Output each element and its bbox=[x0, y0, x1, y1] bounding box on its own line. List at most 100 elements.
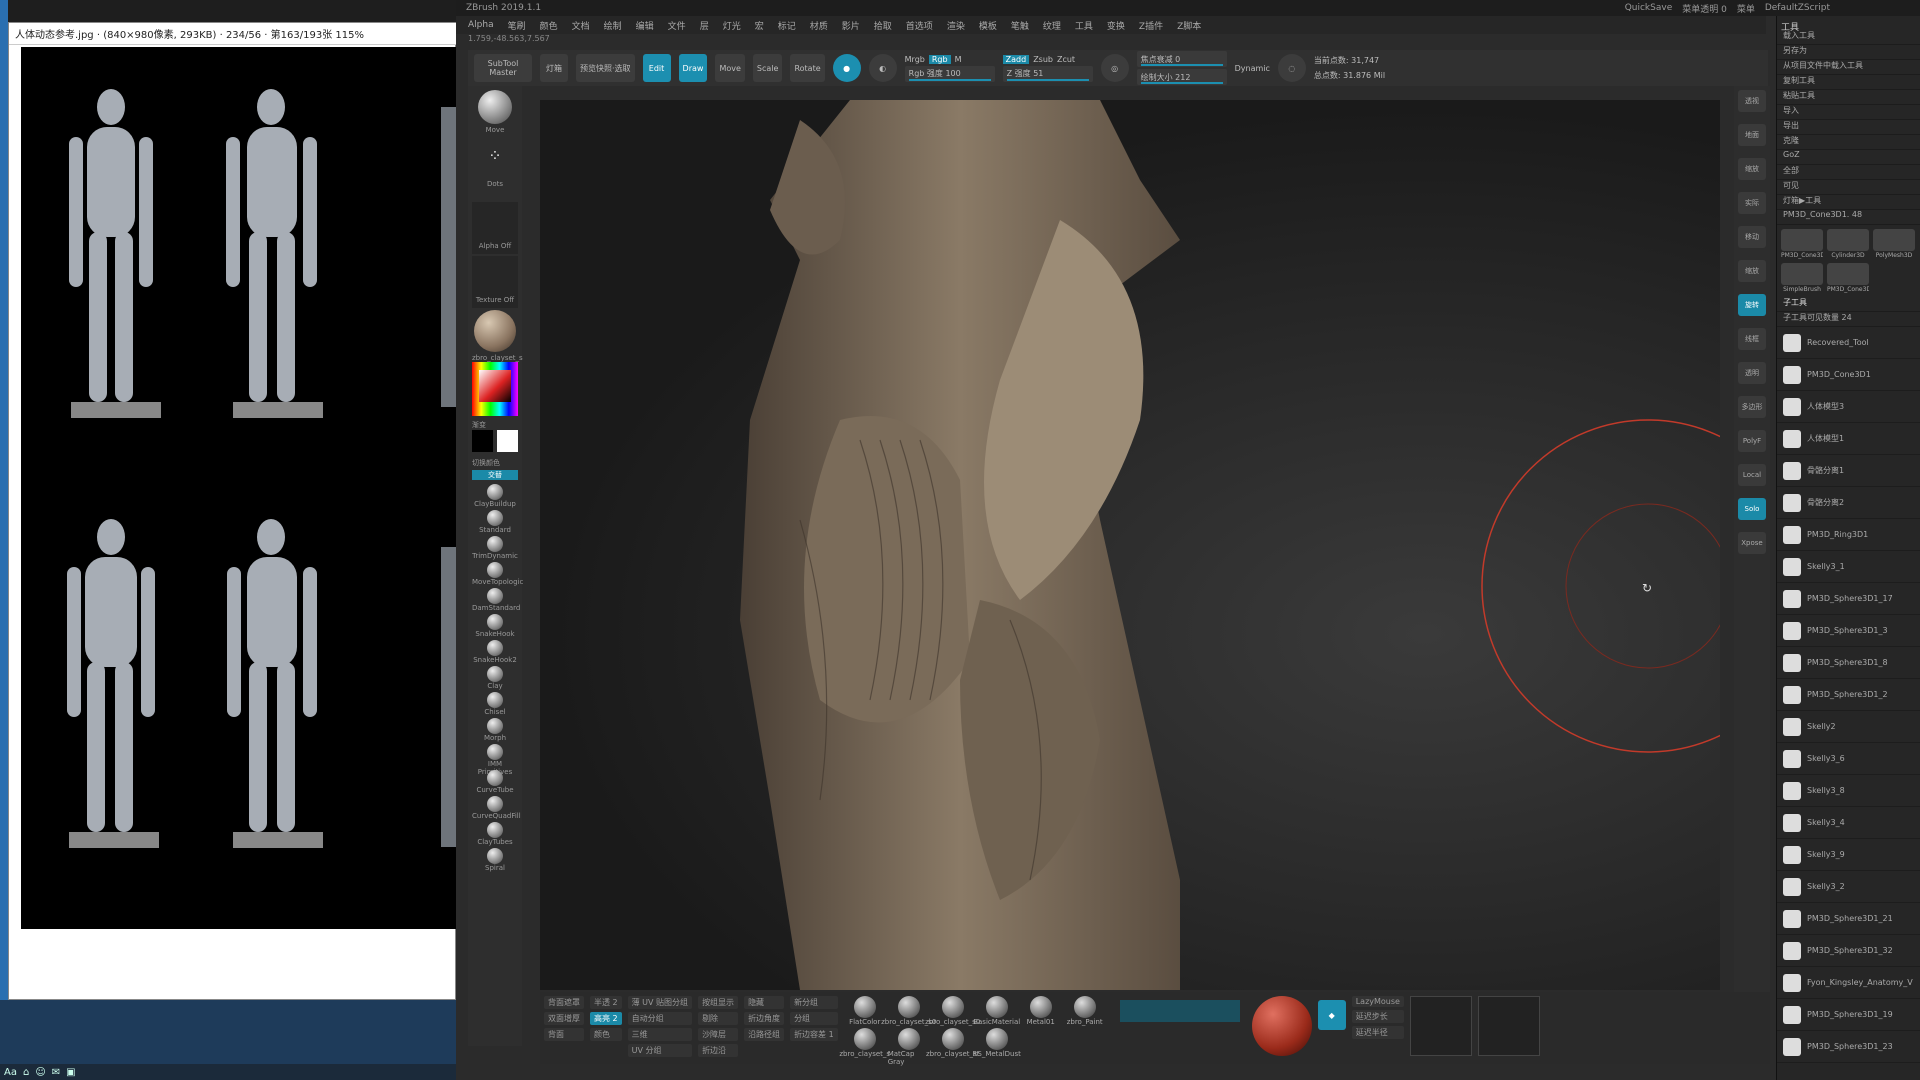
render-option[interactable]: 剔除 bbox=[698, 1012, 739, 1025]
render-option[interactable]: UV 分组 bbox=[627, 1044, 693, 1057]
zcut-toggle[interactable]: Zcut bbox=[1057, 55, 1075, 64]
rgb-toggle[interactable]: Rgb bbox=[928, 54, 951, 64]
draw-button[interactable]: Draw bbox=[678, 54, 708, 82]
render-option[interactable]: 折边角度 bbox=[744, 1012, 785, 1025]
material-swatch[interactable]: FlatColor bbox=[844, 996, 886, 1026]
brush-item[interactable]: CurveTube bbox=[472, 770, 518, 794]
tool-action[interactable]: 灯箱▶工具 bbox=[1777, 195, 1920, 210]
tool-action[interactable]: 导入 bbox=[1777, 105, 1920, 120]
material-selector[interactable]: zbro_clayset_s bbox=[472, 310, 523, 362]
brush-item[interactable]: DamStandard bbox=[472, 588, 520, 612]
texture-selector[interactable]: Texture Off bbox=[472, 256, 518, 308]
tool-action[interactable]: GoZ bbox=[1777, 150, 1920, 165]
subtool-item[interactable]: Skelly3_8 bbox=[1777, 775, 1920, 807]
material-swatch[interactable]: zbro_clayset_st bbox=[926, 1028, 979, 1066]
view-control-button[interactable]: Local bbox=[1738, 464, 1766, 486]
subtool-header[interactable]: 子工具 bbox=[1777, 297, 1920, 312]
lazy-radius-slider[interactable]: 延迟半径 bbox=[1351, 1026, 1404, 1039]
tool-action[interactable]: 导出 bbox=[1777, 120, 1920, 135]
menu-item[interactable]: 颜色 bbox=[540, 19, 558, 32]
render-option[interactable]: 按组显示 bbox=[698, 996, 739, 1009]
brush-item[interactable]: Morph bbox=[472, 718, 518, 742]
tool-action[interactable]: 载入工具 bbox=[1777, 30, 1920, 45]
tool-action[interactable]: 全部 bbox=[1777, 165, 1920, 180]
render-option[interactable]: 颜色 bbox=[590, 1028, 622, 1041]
render-option[interactable]: 自动分组 bbox=[627, 1012, 693, 1025]
render-option[interactable]: 折边容差 1 bbox=[790, 1028, 838, 1041]
brush-item[interactable]: Standard bbox=[472, 510, 518, 534]
brush-item[interactable]: SnakeHook2 bbox=[472, 640, 518, 664]
half-sphere-icon[interactable]: ◐ bbox=[868, 54, 897, 82]
subtool-item[interactable]: Skelly3_4 bbox=[1777, 807, 1920, 839]
draw-size-slider[interactable]: 绘制大小 212 bbox=[1136, 69, 1227, 85]
thumbnail-slot[interactable] bbox=[1477, 996, 1540, 1056]
render-option[interactable]: 分组 bbox=[790, 1012, 838, 1025]
brush-item[interactable]: TrimDynamic bbox=[472, 536, 518, 560]
document-canvas[interactable]: ↻ bbox=[540, 100, 1720, 990]
render-option[interactable]: 高亮 2 bbox=[590, 1012, 622, 1025]
rgb-intensity-slider[interactable]: Rgb 强度 100 bbox=[904, 65, 995, 82]
tool-action[interactable]: 可见 bbox=[1777, 180, 1920, 195]
material-swatch[interactable]: Metal01 bbox=[1020, 996, 1062, 1026]
view-control-button[interactable]: 缩放 bbox=[1738, 158, 1766, 180]
subtool-item[interactable]: PM3D_Sphere3D1_19 bbox=[1777, 999, 1920, 1031]
subtool-item[interactable]: 人体模型1 bbox=[1777, 423, 1920, 455]
menu-item[interactable]: 笔触 bbox=[1011, 19, 1029, 32]
menu-item[interactable]: 拾取 bbox=[874, 19, 892, 32]
subtool-item[interactable]: PM3D_Sphere3D1_32 bbox=[1777, 935, 1920, 967]
stroke-selector[interactable]: ⁘ Dots bbox=[472, 146, 518, 188]
taskbar-item[interactable]: ✉ bbox=[52, 1067, 60, 1078]
brush-item[interactable]: MoveTopologic bbox=[472, 562, 523, 586]
tool-action[interactable]: 粘贴工具 bbox=[1777, 90, 1920, 105]
subtool-item[interactable]: Skelly3_9 bbox=[1777, 839, 1920, 871]
default-zscript[interactable]: DefaultZScript bbox=[1765, 3, 1830, 13]
view-control-button[interactable]: 缩放 bbox=[1738, 260, 1766, 282]
taskbar-item[interactable]: ☺ bbox=[35, 1067, 45, 1078]
focal-shift-slider[interactable]: 焦点衰减 0 bbox=[1136, 51, 1227, 67]
material-swatch[interactable]: BasicMaterial bbox=[973, 996, 1020, 1026]
subtool-item[interactable]: PM3D_Cone3D1 bbox=[1777, 359, 1920, 391]
zsub-toggle[interactable]: Zsub bbox=[1033, 55, 1053, 64]
subtool-item[interactable]: PM3D_Sphere3D1_23 bbox=[1777, 1031, 1920, 1063]
menu-item[interactable]: 文件 bbox=[668, 19, 686, 32]
lazy-step-slider[interactable]: 延迟步长 bbox=[1351, 1010, 1404, 1023]
subtool-item[interactable]: 骨骼分离2 bbox=[1777, 487, 1920, 519]
tool-action[interactable]: 复制工具 bbox=[1777, 75, 1920, 90]
menu-item[interactable]: 笔刷 bbox=[508, 19, 526, 32]
view-control-button[interactable]: 地面 bbox=[1738, 124, 1766, 146]
edit-button[interactable]: Edit bbox=[642, 54, 671, 82]
tool-thumbnail[interactable]: PolyMesh3D bbox=[1873, 229, 1915, 259]
view-control-button[interactable]: Solo bbox=[1738, 498, 1766, 520]
render-option[interactable]: 隐藏 bbox=[744, 996, 785, 1009]
lazymouse-icon[interactable]: ◆ bbox=[1317, 1000, 1346, 1030]
subtool-item[interactable]: Fyon_Kingsley_Anatomy_V bbox=[1777, 967, 1920, 999]
brush-item[interactable]: CurveQuadFill bbox=[472, 796, 521, 820]
tool-action[interactable]: 从项目文件中载入工具 bbox=[1777, 60, 1920, 75]
render-option[interactable]: 沙障层 bbox=[698, 1028, 739, 1041]
tool-action[interactable]: PM3D_Cone3D1. 48 bbox=[1777, 210, 1920, 225]
menu-item[interactable]: 影片 bbox=[842, 19, 860, 32]
menu-item[interactable]: Z插件 bbox=[1139, 19, 1163, 32]
subtool-item[interactable]: Skelly3_1 bbox=[1777, 551, 1920, 583]
menu-item[interactable]: 文档 bbox=[572, 19, 590, 32]
subtool-item[interactable]: 人体模型3 bbox=[1777, 391, 1920, 423]
render-option[interactable]: 沿路径组 bbox=[744, 1028, 785, 1041]
render-option[interactable]: 三维 bbox=[627, 1028, 693, 1041]
menu-item[interactable]: 渲染 bbox=[947, 19, 965, 32]
subtool-item[interactable]: PM3D_Sphere3D1_21 bbox=[1777, 903, 1920, 935]
view-control-button[interactable]: 移动 bbox=[1738, 226, 1766, 248]
lightbox-button[interactable]: 灯箱 bbox=[540, 54, 568, 82]
subtool-item[interactable]: Skelly3_2 bbox=[1777, 871, 1920, 903]
taskbar-item[interactable]: ▣ bbox=[66, 1067, 75, 1078]
tool-thumbnail[interactable]: Cylinder3D bbox=[1827, 229, 1869, 259]
subtool-item[interactable]: PM3D_Sphere3D1_8 bbox=[1777, 647, 1920, 679]
alternate-button[interactable]: 交替 bbox=[472, 470, 518, 480]
alpha-selector[interactable]: Alpha Off bbox=[472, 202, 518, 254]
subtool-item[interactable]: Recovered_Tool bbox=[1777, 327, 1920, 359]
tool-action[interactable]: 另存为 bbox=[1777, 45, 1920, 60]
rotate-button[interactable]: Rotate bbox=[790, 54, 825, 82]
dynamic-toggle[interactable]: Dynamic bbox=[1235, 64, 1270, 73]
move-button[interactable]: Move bbox=[715, 54, 745, 82]
z-intensity-slider[interactable]: Z 强度 51 bbox=[1002, 65, 1093, 82]
menu-item[interactable]: Alpha bbox=[468, 20, 494, 30]
